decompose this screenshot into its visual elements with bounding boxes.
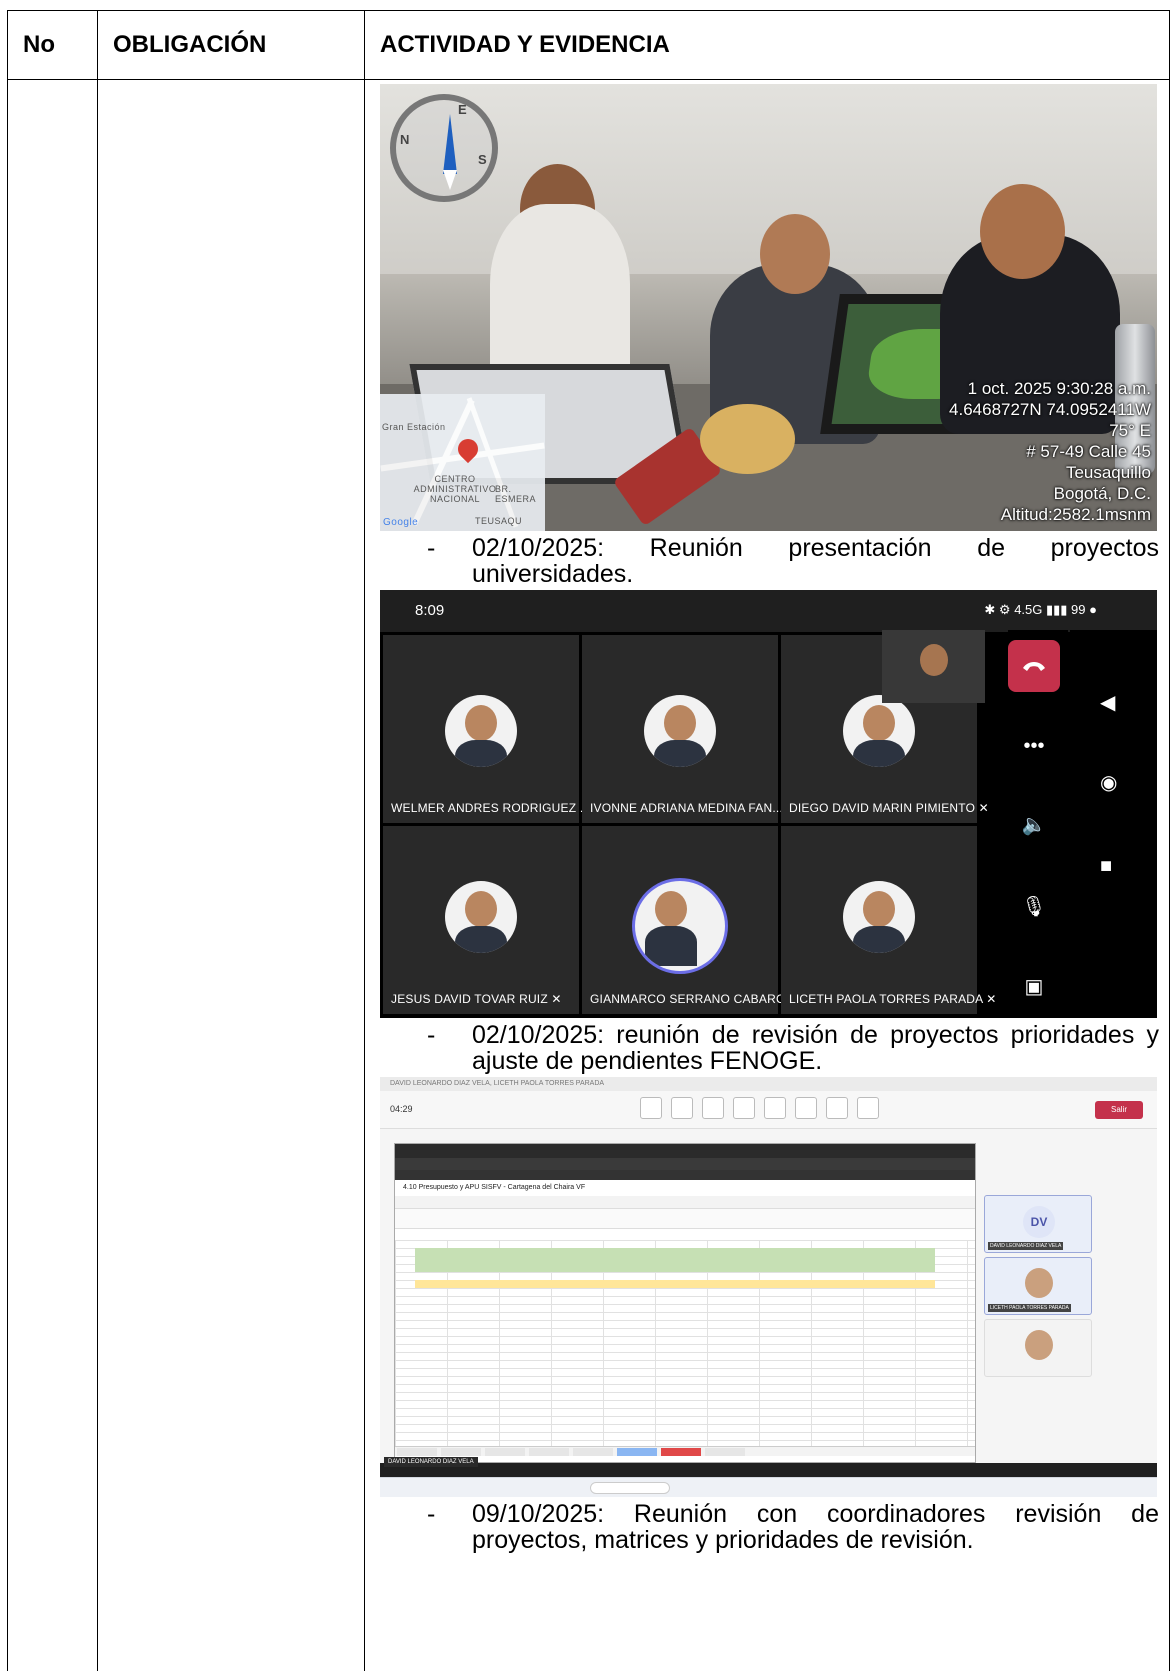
teams-toolbar: 04:29 Salir xyxy=(380,1091,1157,1129)
header-actividad: ACTIVIDAD Y EVIDENCIA xyxy=(364,10,1170,80)
self-view xyxy=(882,630,985,703)
participant-tile: GIANMARCO SERRANO CABARCAS xyxy=(582,826,801,1014)
search-input[interactable] xyxy=(590,1482,670,1494)
evidence-caption: - 02/10/2025: reunión de revisión de pro… xyxy=(427,1021,1159,1075)
mute-button[interactable]: 🎙 xyxy=(1008,880,1060,932)
evidence-caption: - 09/10/2025: Reunión con coordinadores … xyxy=(427,1500,1159,1554)
android-nav-bar: ◀ ◉ ■ xyxy=(1070,630,1157,1018)
os-taskbar xyxy=(380,1477,1157,1497)
cell-obligacion xyxy=(97,79,365,1671)
more-options-button[interactable]: ••• xyxy=(1008,720,1060,772)
avatar xyxy=(635,881,725,971)
phone-hangup-icon xyxy=(1023,662,1045,671)
mic-off-icon: 🎙 xyxy=(1021,895,1047,918)
geotag-overlay: 1 oct. 2025 9:30:28 a.m. 4.6468727N 74.0… xyxy=(949,379,1151,524)
speaker-button[interactable]: 🔈 xyxy=(1008,798,1060,850)
ellipsis-icon: ••• xyxy=(1023,734,1045,757)
avatar xyxy=(1025,1268,1053,1298)
meeting-room-photo: E S N Gran Estación CENTRO ADMINISTRATIV… xyxy=(380,84,1157,531)
table-header-row: No OBLIGACIÓN ACTIVIDAD Y EVIDENCIA xyxy=(7,10,1170,80)
sheet-tabs xyxy=(395,1446,975,1456)
view-button[interactable] xyxy=(826,1097,848,1119)
participant-tile: WELMER ANDRES RODRIGUEZ ... ✕ xyxy=(383,635,604,823)
home-icon[interactable]: ◉ xyxy=(1100,770,1117,795)
leave-button[interactable]: Salir xyxy=(1095,1101,1143,1119)
avatar xyxy=(1025,1330,1053,1360)
avatar xyxy=(445,695,517,767)
avatar xyxy=(843,881,915,953)
avatar xyxy=(445,881,517,953)
avatar xyxy=(843,695,915,767)
spreadsheet-grid xyxy=(395,1240,975,1450)
camera-off-icon: ▣ xyxy=(1024,975,1044,998)
cell-no xyxy=(7,79,98,1671)
header-no: No xyxy=(7,10,98,80)
table-row: E S N Gran Estación CENTRO ADMINISTRATIV… xyxy=(7,79,1170,1671)
participant-tile xyxy=(984,1319,1092,1377)
recents-icon[interactable]: ■ xyxy=(1100,855,1112,878)
teams-title: DAVID LEONARDO DIAZ VELA, LICETH PAOLA T… xyxy=(380,1077,1157,1091)
compass-icon: E S N xyxy=(390,94,498,202)
participant-tile: IVONNE ADRIANA MEDINA FAN... ✕ xyxy=(582,635,797,823)
avatar xyxy=(644,695,716,767)
split-button[interactable] xyxy=(671,1097,693,1119)
participant-tile: LICETH PAOLA TORRES PARADA xyxy=(984,1257,1092,1315)
chat-button[interactable] xyxy=(702,1097,724,1119)
raise-hand-button[interactable] xyxy=(764,1097,786,1119)
participant-gallery: DV DAVID LEONARDO DIAZ VELA LICETH PAOLA… xyxy=(984,1195,1092,1415)
apps-button[interactable] xyxy=(857,1097,879,1119)
camera-button[interactable]: ▣ xyxy=(1008,960,1060,1012)
location-map: Gran Estación CENTRO ADMINISTRATIVO NACI… xyxy=(380,394,545,531)
spreadsheet-title: 4.10 Presupuesto y APU SISFV - Cartagena… xyxy=(395,1180,975,1196)
phone-status-bar: 8:09 ✱ ⚙ 4.5G ▮▮▮ 99 ● xyxy=(380,590,1157,632)
people-button[interactable] xyxy=(733,1097,755,1119)
evidence-caption: - 02/10/2025: Reunión presentación de pr… xyxy=(427,534,1159,588)
end-call-button[interactable] xyxy=(1008,640,1060,692)
participant-tile: DV DAVID LEONARDO DIAZ VELA xyxy=(984,1195,1092,1253)
name-chip: DAVID LEONARDO DIAZ VELA xyxy=(384,1457,478,1467)
video-call-screenshot: 8:09 ✱ ⚙ 4.5G ▮▮▮ 99 ● WELMER ANDRES ROD… xyxy=(380,590,1157,1018)
react-button[interactable] xyxy=(795,1097,817,1119)
speaker-icon: 🔈 xyxy=(1021,813,1047,836)
participant-tile: JESUS DAVID TOVAR RUIZ ✕ xyxy=(383,826,579,1014)
participant-tile: LICETH PAOLA TORRES PARADA ✕ xyxy=(781,826,996,1014)
header-obligacion: OBLIGACIÓN xyxy=(97,10,365,80)
desktop-screenshot: DAVID LEONARDO DIAZ VELA, LICETH PAOLA T… xyxy=(380,1077,1157,1497)
back-icon[interactable]: ◀ xyxy=(1100,690,1115,715)
cropped-heading xyxy=(0,0,1176,10)
share-button[interactable] xyxy=(640,1097,662,1119)
call-controls: ••• 🔈 🎙 ▣ xyxy=(1008,630,1068,1018)
browser-window: 4.10 Presupuesto y APU SISFV - Cartagena… xyxy=(394,1143,976,1463)
cell-actividad: E S N Gran Estación CENTRO ADMINISTRATIV… xyxy=(364,79,1170,1671)
evidence-table: No OBLIGACIÓN ACTIVIDAD Y EVIDENCIA E S … xyxy=(7,10,1170,1671)
